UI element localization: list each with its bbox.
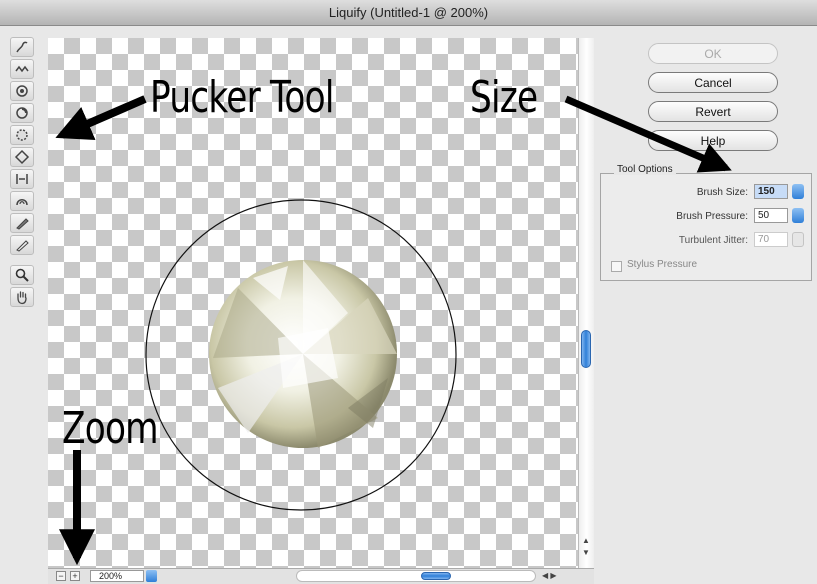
zoom-annotation: Zoom: [62, 403, 159, 454]
size-annotation: Size: [470, 72, 538, 123]
pucker-tool-annotation: Pucker Tool: [150, 72, 334, 123]
pucker-arrow: [55, 95, 147, 141]
size-arrow: [564, 95, 732, 173]
annotation-arrows: [55, 95, 732, 566]
